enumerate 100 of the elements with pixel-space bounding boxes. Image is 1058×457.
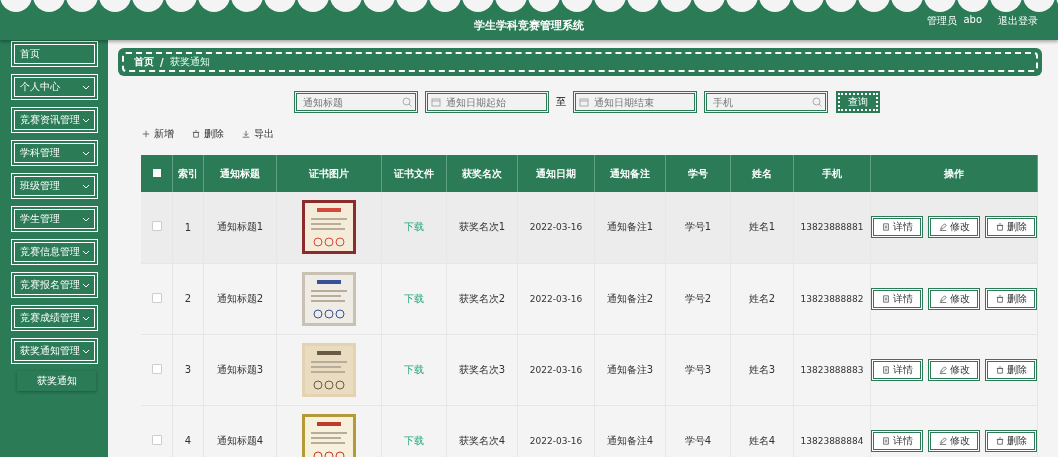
chevron-down-icon [82,282,90,288]
row-action-button[interactable]: 详情 [871,358,923,381]
table-cell: 学号1 [665,192,731,263]
table-cell: 3 [172,334,204,405]
row-action-button[interactable]: 详情 [871,216,923,239]
row-checkbox[interactable] [151,434,162,445]
sidebar-item[interactable]: 竞赛信息管理 [11,239,98,265]
breadcrumb-separator: / [160,56,164,68]
row-checkbox[interactable] [151,221,162,232]
table-cell: 2022-03-16 [517,405,595,457]
row-action-button[interactable]: 删除 [985,216,1037,239]
table-cell: 13823888883 [793,334,871,405]
table-cell: 通知标题2 [203,263,277,334]
date-field[interactable]: 通知日期结束 [573,91,697,113]
chevron-down-icon [82,348,90,354]
sidebar-item[interactable]: 个人中心 [11,74,98,100]
table-cell: 姓名2 [730,263,794,334]
table-cell: 2 [172,263,204,334]
phone-field[interactable]: 手机 [704,91,828,113]
sidebar-item[interactable]: 竞赛资讯管理 [11,107,98,133]
row-action-button[interactable]: 修改 [928,287,980,310]
pencil-icon [938,436,947,445]
trash-icon [995,436,1004,445]
chevron-down-icon [82,84,90,90]
query-button[interactable]: 查询 [838,93,878,111]
row-action-button[interactable]: 修改 [928,216,980,239]
row-action-button[interactable]: 详情 [871,287,923,310]
table-cell: 通知标题4 [203,405,277,457]
table-cell: 13823888884 [793,405,871,457]
trash-icon [995,365,1004,374]
table-cell: 2022-03-16 [517,192,595,263]
table-cell: 4 [172,405,204,457]
calendar-icon [431,97,441,107]
pencil-icon [938,365,947,374]
download-link[interactable]: 下载 [404,434,424,446]
table-cell: 姓名3 [730,334,794,405]
date-field[interactable]: 通知日期起始 [425,91,549,113]
chevron-down-icon [82,216,90,222]
toolbar-button[interactable]: 删除 [192,127,224,141]
sidebar-item[interactable]: 班级管理 [11,173,98,199]
chevron-down-icon [82,183,90,189]
plus-icon [142,130,150,138]
row-action-button[interactable]: 详情 [871,429,923,452]
range-separator: 至 [556,95,566,109]
sidebar-item[interactable]: 首页 [11,41,98,67]
breadcrumb-item[interactable]: 首页 [134,55,154,69]
table-cell: 学号4 [665,405,731,457]
logout-link[interactable]: 退出登录 [998,14,1038,28]
sidebar-item[interactable]: 学科管理 [11,140,98,166]
download-icon [242,130,250,138]
toolbar-button[interactable]: 导出 [242,127,274,141]
table-cell: 通知标题3 [203,334,277,405]
calendar-icon [579,97,589,107]
table-cell: 13823888882 [793,263,871,334]
document-icon [881,365,890,374]
sidebar-item[interactable]: 学生管理 [11,206,98,232]
trash-icon [192,130,200,138]
pencil-icon [938,223,947,232]
row-action-button[interactable]: 修改 [928,429,980,452]
download-link[interactable]: 下载 [404,221,424,233]
row-checkbox[interactable] [151,292,162,303]
breadcrumb-item: 获奖通知 [169,55,210,69]
row-action-button[interactable]: 删除 [985,429,1037,452]
table-cell: 学号3 [665,334,731,405]
table-cell: 通知备注1 [594,192,666,263]
pencil-icon [938,294,947,303]
sidebar-item[interactable]: 竞赛报名管理 [11,272,98,298]
trash-icon [995,223,1004,232]
table-cell: 13823888881 [793,192,871,263]
table-cell: 1 [172,192,204,263]
row-action-button[interactable]: 修改 [928,358,980,381]
row-action-button[interactable]: 删除 [985,287,1037,310]
search-icon [402,97,412,107]
app-title: 学生学科竞赛管理系统 [474,17,584,33]
download-link[interactable]: 下载 [404,292,424,304]
table-cell: 姓名4 [730,405,794,457]
document-icon [881,223,890,232]
toolbar-button[interactable]: 新增 [142,127,174,141]
table-cell: 通知备注3 [594,334,666,405]
username: abo [963,14,982,27]
document-icon [881,436,890,445]
row-checkbox[interactable] [151,363,162,374]
chevron-down-icon [82,150,90,156]
sidebar-item[interactable]: 竞赛成绩管理 [11,305,98,331]
document-icon [881,294,890,303]
table-cell: 通知备注4 [594,405,666,457]
submenu-item[interactable]: 获奖通知 [17,371,96,391]
table-cell: 2022-03-16 [517,334,595,405]
select-all-checkbox[interactable] [152,169,161,177]
chevron-down-icon [82,249,90,255]
sidebar-item[interactable]: 获奖通知管理 [11,338,98,364]
table-cell: 获奖名次4 [446,405,518,457]
trash-icon [995,294,1004,303]
table-cell: 姓名1 [730,192,794,263]
user-role: 管理员 [927,14,958,28]
row-action-button[interactable]: 删除 [985,358,1037,381]
table-cell: 2022-03-16 [517,263,595,334]
download-link[interactable]: 下载 [404,363,424,375]
table-cell: 学号2 [665,263,731,334]
search-field[interactable]: 通知标题 [294,91,418,113]
